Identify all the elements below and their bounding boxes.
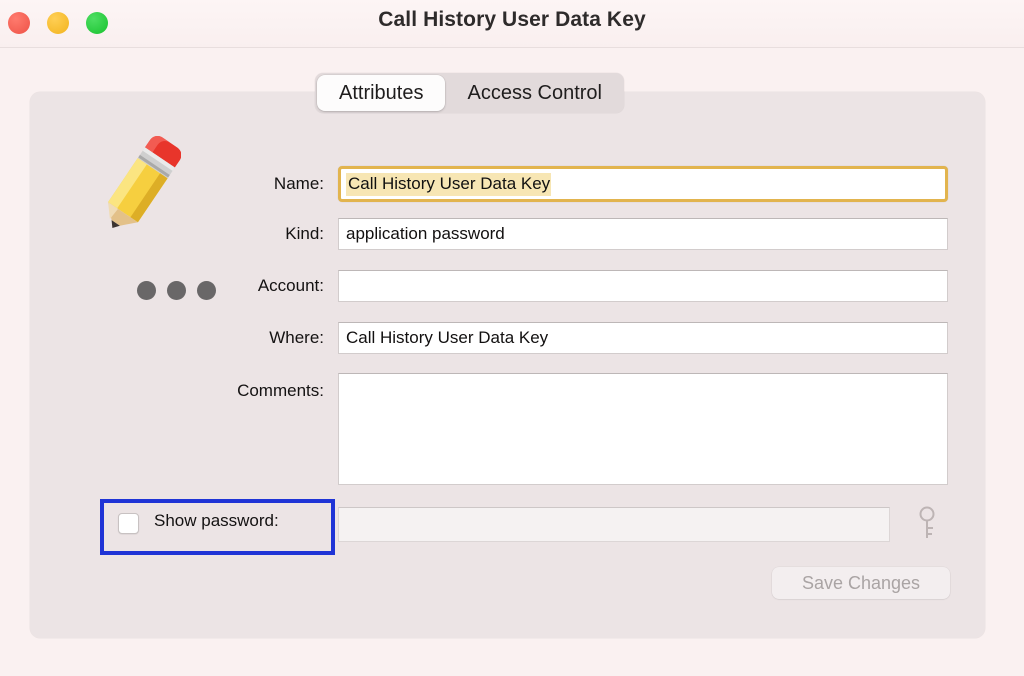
tab-access-control[interactable]: Access Control bbox=[445, 73, 624, 113]
comments-label: Comments: bbox=[124, 381, 324, 401]
name-input[interactable]: Call History User Data Key bbox=[338, 166, 948, 202]
show-password-label: Show password: bbox=[154, 511, 279, 531]
account-label: Account: bbox=[124, 276, 324, 296]
keychain-item-window: Call History User Data Key Attributes Ac… bbox=[0, 0, 1024, 676]
comments-textarea[interactable] bbox=[338, 373, 948, 485]
key-icon bbox=[916, 505, 942, 543]
window-title: Call History User Data Key bbox=[0, 8, 1024, 32]
name-input-value: Call History User Data Key bbox=[346, 173, 551, 196]
kind-label: Kind: bbox=[124, 224, 324, 244]
name-label: Name: bbox=[124, 174, 324, 194]
where-input[interactable]: Call History User Data Key bbox=[338, 322, 948, 354]
where-input-value: Call History User Data Key bbox=[346, 328, 548, 348]
tab-attributes[interactable]: Attributes bbox=[317, 75, 445, 111]
save-changes-button[interactable]: Save Changes bbox=[772, 567, 950, 599]
kind-input[interactable]: application password bbox=[338, 218, 948, 250]
show-password-checkbox[interactable] bbox=[118, 513, 139, 534]
account-input[interactable] bbox=[338, 270, 948, 302]
tab-bar: Attributes Access Control bbox=[315, 73, 624, 113]
kind-input-value: application password bbox=[346, 224, 505, 244]
title-bar: Call History User Data Key bbox=[0, 0, 1024, 48]
password-input[interactable] bbox=[338, 507, 890, 542]
attributes-panel: Name: Call History User Data Key Kind: a… bbox=[30, 92, 985, 638]
where-label: Where: bbox=[124, 328, 324, 348]
